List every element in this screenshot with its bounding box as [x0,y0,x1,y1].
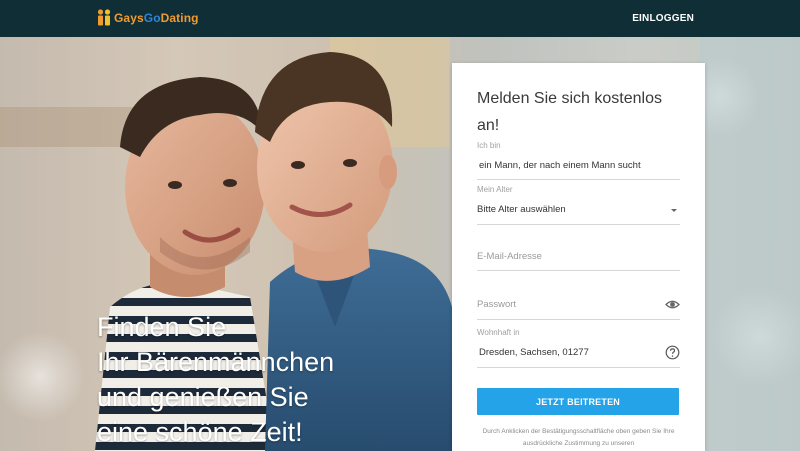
brand-logo[interactable]: GaysGoDating [96,8,199,28]
email-placeholder: E-Mail-Adresse [477,251,542,262]
brand-name-part-3: Dating [160,11,199,25]
location-value: Dresden, Sachsen, 01277 [479,347,589,358]
top-navigation-bar: GaysGoDating EINLOGGEN [0,0,800,37]
legal-consent-text: Durch Anklicken der Bestätigungsschaltfl… [482,428,675,447]
location-field[interactable]: Wohnhaft in Dresden, Sachsen, 01277 [477,326,680,368]
email-field[interactable]: E-Mail-Adresse [477,229,680,271]
couple-logo-icon [96,9,112,27]
age-value: Bitte Alter auswählen [477,204,566,215]
chevron-down-icon [671,209,677,212]
brand-name-part-1: Gays [114,11,144,25]
seeking-select[interactable]: Ich bin ein Mann, der nach einem Mann su… [477,139,680,180]
hero-headline: Finden Sie Ihr Bärenmännchen und genieße… [97,310,437,450]
age-select[interactable]: Mein Alter Bitte Alter auswählen [477,184,680,225]
headline-line: Finden Sie [97,312,227,342]
help-icon[interactable] [665,345,680,360]
brand-name: GaysGoDating [114,11,199,25]
brand-name-part-2: Go [143,11,161,25]
headline-line: eine schöne Zeit! [97,417,303,447]
signup-title: Melden Sie sich kostenlos an! [477,90,662,134]
join-now-button[interactable]: JETZT BEITRETEN [477,388,679,415]
seeking-value: ein Mann, der nach einem Mann sucht [479,160,641,171]
seeking-label: Ich bin [477,141,501,150]
eye-icon[interactable] [665,297,680,312]
age-label: Mein Alter [477,185,513,194]
headline-line: und genießen Sie [97,382,309,412]
login-link[interactable]: EINLOGGEN [632,13,694,24]
location-label: Wohnhaft in [477,328,520,337]
password-placeholder: Passwort [477,299,517,310]
headline-line: Ihr Bärenmännchen [97,347,335,377]
password-field[interactable]: Passwort [477,277,680,320]
signup-card: Melden Sie sich kostenlos an! Ich bin ei… [452,63,705,451]
